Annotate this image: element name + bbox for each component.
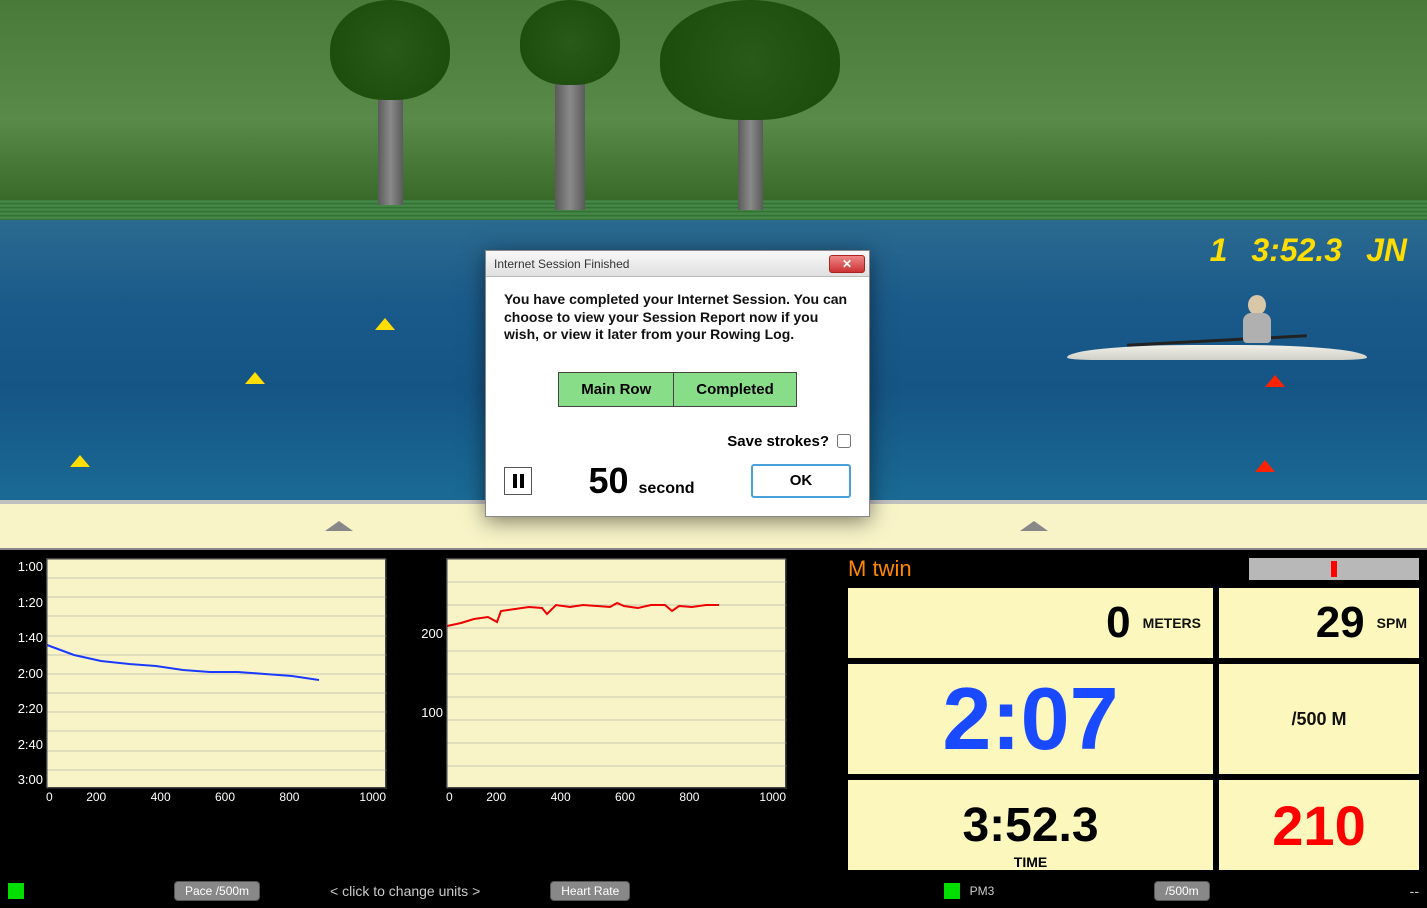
hud-overlay: 1 3:52.3 JN [1210, 232, 1407, 269]
dialog-titlebar[interactable]: Internet Session Finished ✕ [486, 251, 869, 277]
hud-position: 1 [1210, 232, 1228, 269]
units-hint[interactable]: < click to change units > [330, 883, 480, 899]
session-finished-dialog: Internet Session Finished ✕ You have com… [485, 250, 870, 517]
tree [330, 0, 450, 205]
hr-chart-svg [447, 559, 787, 789]
spm-box: 29 SPM [1219, 588, 1419, 658]
time-label: TIME [1014, 854, 1047, 870]
hud-time: 3:52.3 [1251, 232, 1342, 269]
dialog-title: Internet Session Finished [494, 257, 829, 271]
pm-label: PM3 [970, 884, 995, 898]
per500-button[interactable]: /500m [1154, 881, 1209, 901]
pace-chart: 1:00 1:20 1:40 2:00 2:20 2:40 3:00 [46, 558, 386, 788]
buoy-yellow [70, 455, 90, 467]
meters-value: 0 [1106, 598, 1130, 648]
hr-value: 210 [1272, 793, 1365, 858]
hr-chart-ylabels: 200 100 [409, 559, 443, 787]
hud-initials: JN [1366, 232, 1407, 269]
time-value: 3:52.3 [962, 798, 1098, 853]
hr-button[interactable]: Heart Rate [550, 881, 630, 901]
completed-button[interactable]: Completed [673, 372, 797, 407]
meters-box: 0 METERS [848, 588, 1213, 658]
buoy-red [1265, 375, 1285, 387]
countdown-unit: second [639, 480, 695, 498]
pause-icon [513, 474, 524, 488]
tree [660, 0, 840, 210]
countdown-value: 50 [588, 460, 628, 502]
hr-box: 210 [1219, 780, 1419, 870]
arrow-up-icon[interactable] [1020, 521, 1048, 531]
time-box: 3:52.3 TIME [848, 780, 1213, 870]
hr-chart: 200 100 [446, 558, 786, 788]
hr-chart-xlabels: 0 200 400 600 800 1000 [446, 790, 786, 804]
session-title: M twin [848, 556, 1241, 582]
buoy-red [1255, 460, 1275, 472]
pace-chart-svg [47, 559, 387, 789]
stats-panel: M twin 0 METERS 29 SPM 2:07 /500 M 3:52.… [840, 550, 1427, 908]
buoy-yellow [375, 318, 395, 330]
pace-label: /500 M [1291, 709, 1346, 730]
spm-value: 29 [1316, 598, 1365, 648]
pace-chart-xlabels: 0 200 400 600 800 1000 [46, 790, 386, 804]
countdown: 50 second [588, 460, 694, 502]
pace-value: 2:07 [942, 668, 1118, 770]
save-strokes-label: Save strokes? [727, 433, 829, 450]
rower-avatar [1067, 280, 1367, 360]
tree [520, 0, 620, 210]
charts-panel: 1:00 1:20 1:40 2:00 2:20 2:40 3:00 [0, 550, 840, 908]
dialog-message: You have completed your Internet Session… [504, 291, 851, 344]
pace-units-button[interactable]: Pace /500m [174, 881, 260, 901]
pace-box: 2:07 [848, 664, 1213, 774]
buoy-yellow [245, 372, 265, 384]
pace-unit-box: /500 M [1219, 664, 1419, 774]
main-row-button[interactable]: Main Row [558, 372, 673, 407]
pace-chart-ylabels: 1:00 1:20 1:40 2:00 2:20 2:40 3:00 [9, 559, 43, 787]
position-indicator [1249, 558, 1419, 580]
spm-label: SPM [1377, 615, 1407, 631]
pause-button[interactable] [504, 467, 532, 495]
status-indicator-left [8, 883, 24, 899]
indicator-tick [1331, 561, 1337, 577]
close-button[interactable]: ✕ [829, 255, 865, 273]
bottom-dash: -- [1410, 883, 1419, 899]
save-strokes-checkbox[interactable] [837, 434, 851, 448]
bottom-bar: Pace /500m < click to change units > Hea… [0, 878, 1427, 904]
close-icon: ✕ [842, 257, 852, 271]
ok-button[interactable]: OK [751, 464, 851, 498]
arrow-up-icon[interactable] [325, 521, 353, 531]
meters-label: METERS [1143, 615, 1201, 631]
status-indicator-right [944, 883, 960, 899]
